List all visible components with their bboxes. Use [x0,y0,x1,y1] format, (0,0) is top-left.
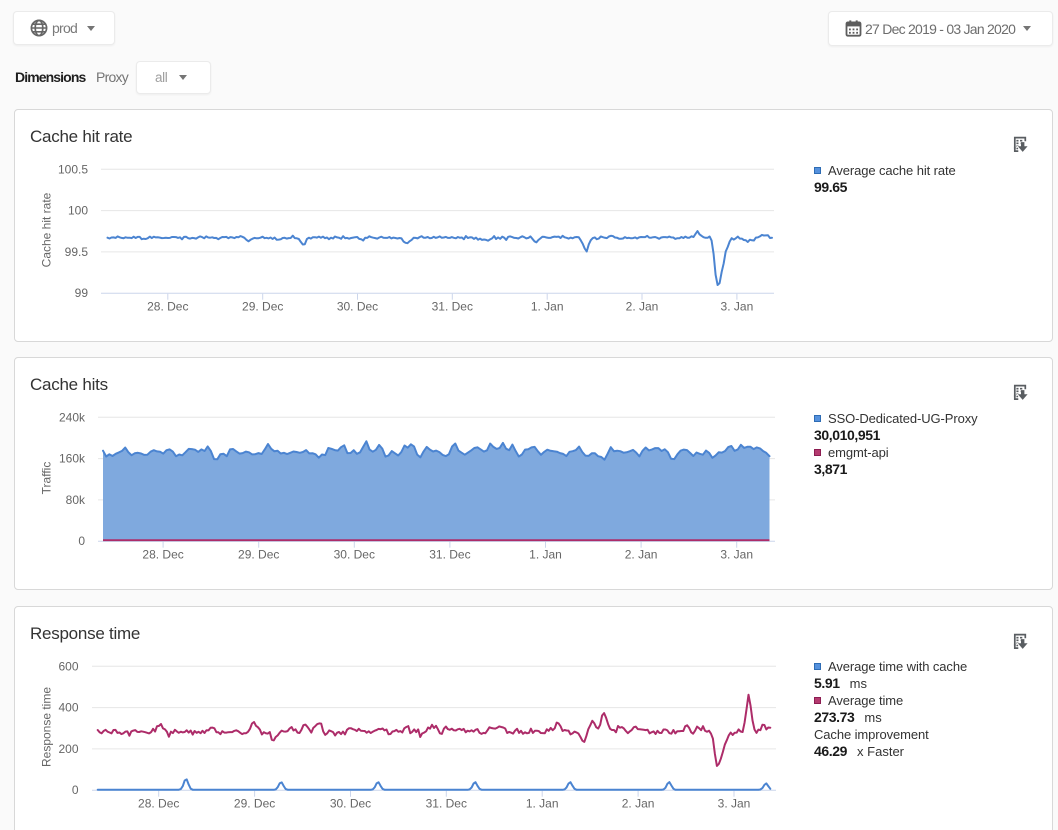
svg-text:28. Dec: 28. Dec [147,299,188,313]
svg-text:Traffic: Traffic [39,462,53,495]
svg-text:1. Jan: 1. Jan [531,299,564,313]
svg-text:28. Dec: 28. Dec [142,547,183,561]
svg-text:100: 100 [68,204,88,218]
svg-text:3. Jan: 3. Jan [720,547,753,561]
svg-text:2. Jan: 2. Jan [625,547,658,561]
svg-text:31. Dec: 31. Dec [426,796,467,810]
svg-text:1. Jan: 1. Jan [526,796,559,810]
svg-text:31. Dec: 31. Dec [432,299,473,313]
svg-text:30. Dec: 30. Dec [337,299,378,313]
svg-text:160k: 160k [59,452,86,466]
svg-text:31. Dec: 31. Dec [429,547,470,561]
svg-text:2. Jan: 2. Jan [626,299,659,313]
svg-text:Cache hit rate: Cache hit rate [39,192,53,267]
svg-text:28. Dec: 28. Dec [138,796,179,810]
svg-text:400: 400 [58,701,78,715]
svg-text:600: 600 [58,659,78,673]
svg-text:3. Jan: 3. Jan [718,796,751,810]
svg-text:99: 99 [75,286,89,300]
svg-text:200: 200 [58,742,78,756]
svg-text:30. Dec: 30. Dec [334,547,375,561]
svg-text:3. Jan: 3. Jan [721,299,754,313]
svg-text:29. Dec: 29. Dec [238,547,279,561]
svg-text:240k: 240k [59,410,86,424]
svg-text:Response time: Response time [39,687,53,767]
svg-text:80k: 80k [66,493,86,507]
svg-text:1. Jan: 1. Jan [529,547,562,561]
svg-text:29. Dec: 29. Dec [234,796,275,810]
svg-text:100.5: 100.5 [58,162,88,176]
svg-text:2. Jan: 2. Jan [622,796,655,810]
svg-text:99.5: 99.5 [65,245,89,259]
svg-text:29. Dec: 29. Dec [242,299,283,313]
svg-text:0: 0 [72,783,79,797]
svg-text:0: 0 [78,534,85,548]
svg-text:30. Dec: 30. Dec [330,796,371,810]
